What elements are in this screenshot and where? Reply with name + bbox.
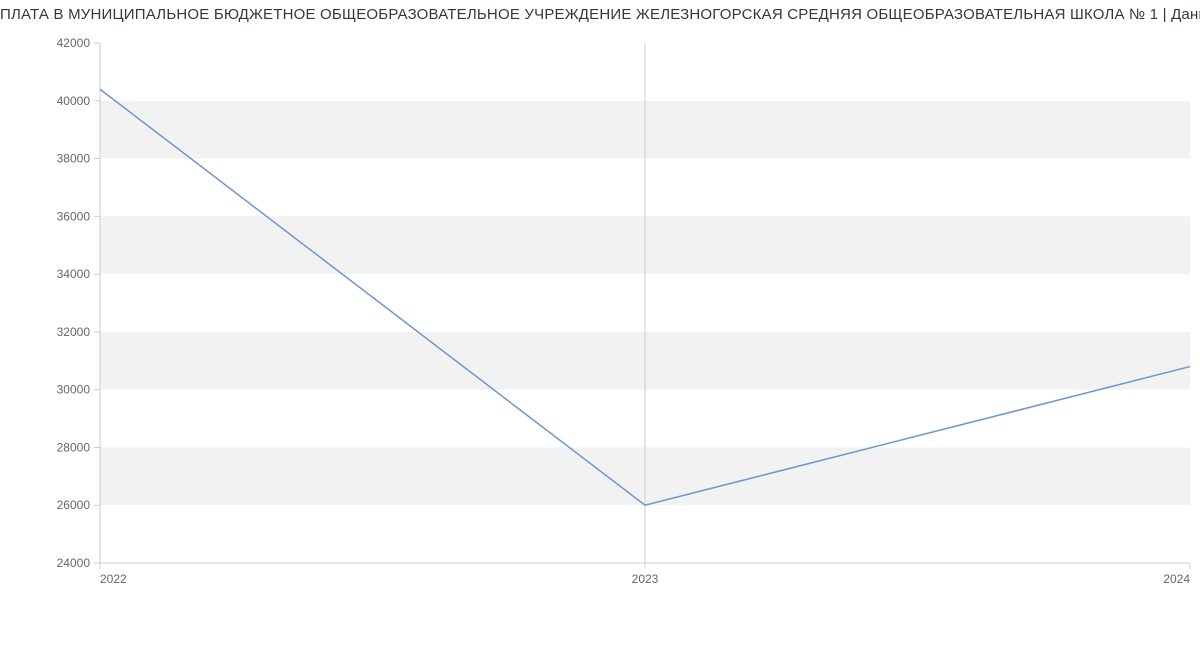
- y-tick-label: 30000: [57, 383, 91, 397]
- y-tick-label: 38000: [57, 152, 91, 166]
- x-tick-label: 2024: [1163, 572, 1190, 586]
- y-tick-label: 24000: [57, 556, 91, 570]
- x-tick-label: 2023: [632, 572, 659, 586]
- x-tick-label: 2022: [100, 572, 127, 586]
- y-tick-label: 40000: [57, 94, 91, 108]
- y-tick-label: 42000: [57, 36, 91, 50]
- y-tick-label: 32000: [57, 325, 91, 339]
- chart-area: 24000 26000 28000 30000 32000 34000 36000 38000…: [0, 23, 1200, 643]
- y-tick-label: 36000: [57, 209, 91, 223]
- y-tick-label: 34000: [57, 267, 91, 281]
- y-tick-label: 28000: [57, 440, 91, 454]
- chart-title: ПЛАТА В МУНИЦИПАЛЬНОЕ БЮДЖЕТНОЕ ОБЩЕОБРА…: [0, 0, 1200, 23]
- chart-svg: 24000 26000 28000 30000 32000 34000 36000 38000…: [0, 23, 1200, 643]
- y-tick-label: 26000: [57, 498, 91, 512]
